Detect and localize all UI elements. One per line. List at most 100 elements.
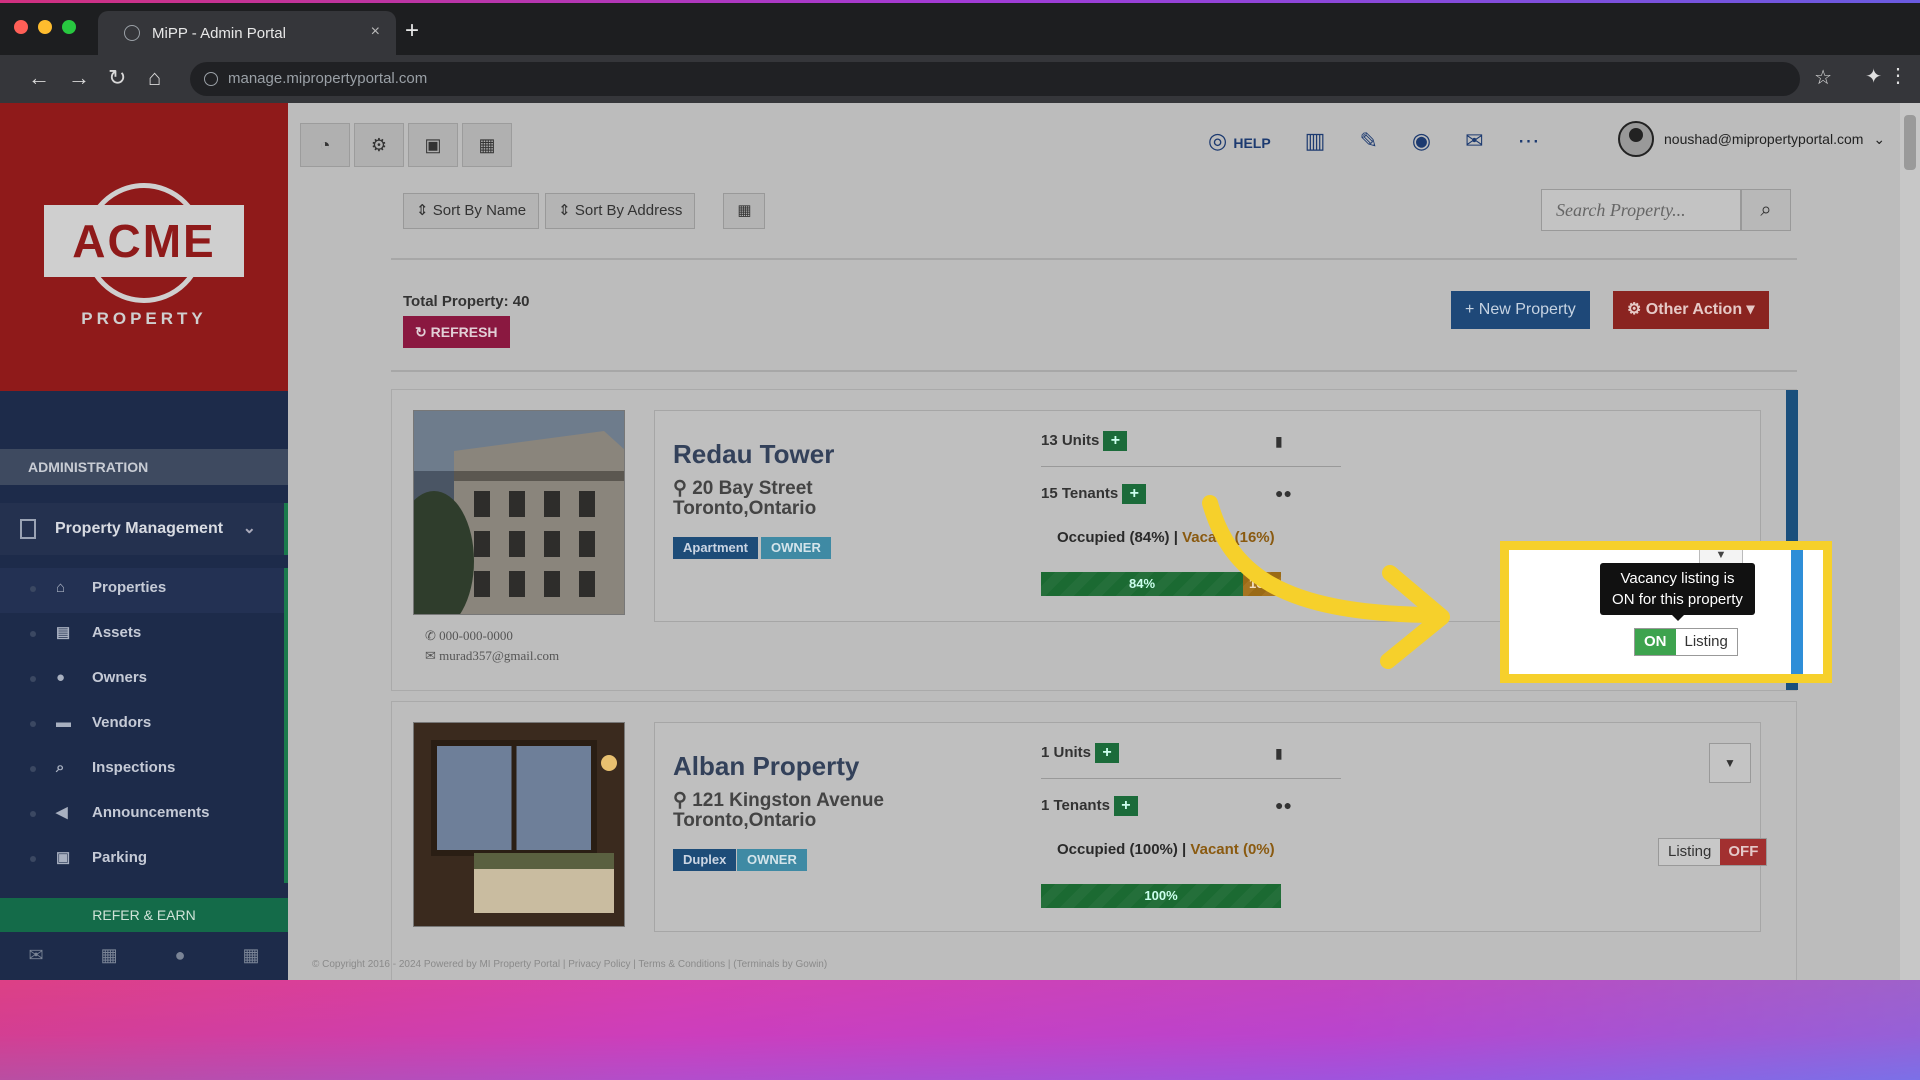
card-accent xyxy=(1791,550,1803,674)
sort-by-address-button[interactable]: ⇕ Sort By Address xyxy=(545,193,696,229)
sidebar-item-properties[interactable]: ⌂ Properties xyxy=(0,568,288,613)
user-menu[interactable]: noushad@mipropertyportal.com ⌄ xyxy=(1618,121,1885,157)
sidebar-item-vendors[interactable]: ▬ Vendors xyxy=(0,703,288,748)
chevron-down-icon[interactable]: ⌄ xyxy=(243,503,256,555)
user-email: noushad@mipropertyportal.com xyxy=(1664,131,1864,147)
browser-menu-icon[interactable]: ⋮ xyxy=(1888,63,1908,88)
sort-by-name-button[interactable]: ⇕ Sort By Name xyxy=(403,193,540,229)
property-card: Alban Property ⚲ 121 Kingston Avenue Toro… xyxy=(391,701,1797,980)
sidebar-item-label: Parking xyxy=(92,849,148,866)
back-arrow-icon[interactable]: ← xyxy=(28,65,50,91)
car-icon: ▣ xyxy=(56,849,71,866)
maximize-window-button[interactable] xyxy=(62,20,76,34)
close-tab-icon[interactable]: × xyxy=(371,23,380,41)
sort-icon: ⇕ xyxy=(558,202,571,219)
help-button[interactable]: ◎ HELP xyxy=(1208,128,1271,154)
contact-phone: ✆ 000-000-0000 xyxy=(425,628,513,644)
address-line1: 20 Bay Street xyxy=(692,478,813,499)
sidebar-item-inspections[interactable]: ⌕ Inspections xyxy=(0,748,288,793)
browser-window: MiPP - Admin Portal × + ← → ↻ ⌂ manage.m… xyxy=(0,3,1920,980)
bookmark-star-icon[interactable]: ☆ xyxy=(1814,65,1832,90)
tenants-label: 1 Tenants xyxy=(1041,797,1110,814)
refer-earn-button[interactable]: REFER & EARN xyxy=(0,898,288,932)
building-icon xyxy=(20,519,36,539)
users-icon: ●● xyxy=(1275,797,1292,813)
listing-toggle[interactable]: ON Listing xyxy=(1634,628,1738,656)
search-input[interactable]: Search Property... xyxy=(1541,189,1741,231)
listing-toggle[interactable]: Listing OFF xyxy=(1658,838,1768,866)
tenants-count: 1 Tenants + xyxy=(1041,796,1138,816)
dashboard-icon[interactable]: ◔ xyxy=(300,123,350,167)
url-text: manage.mipropertyportal.com xyxy=(228,70,428,87)
refresh-button[interactable]: ↻ REFRESH xyxy=(403,316,510,348)
reload-icon[interactable]: ↻ xyxy=(108,65,126,91)
new-property-button[interactable]: + New Property xyxy=(1451,291,1590,329)
calendar-icon[interactable]: ▣ xyxy=(408,123,458,167)
address-line1: 121 Kingston Avenue xyxy=(692,790,885,811)
url-field[interactable]: manage.mipropertyportal.com xyxy=(190,62,1800,96)
wrench-icon[interactable]: ✎ xyxy=(1359,128,1377,154)
add-tenant-button[interactable]: + xyxy=(1122,484,1147,504)
grid-view-icon[interactable]: ▦ xyxy=(723,193,766,229)
eye-icon[interactable]: ◉ xyxy=(1412,128,1431,154)
user-icon[interactable]: ● xyxy=(175,945,186,980)
envelope-icon: ✉ xyxy=(425,648,436,663)
caret-down-icon: ▾ xyxy=(1746,301,1755,318)
chevron-down-icon: ⌄ xyxy=(1873,130,1886,147)
gear-icon[interactable]: ⚙ xyxy=(354,123,404,167)
box-icon: ▤ xyxy=(56,624,71,641)
sidebar-item-parking[interactable]: ▣ Parking xyxy=(0,838,288,883)
new-property-label: New Property xyxy=(1478,301,1576,318)
extensions-puzzle-icon[interactable]: ✦ xyxy=(1865,64,1882,89)
property-dropdown-button[interactable]: ▼ xyxy=(1709,743,1751,783)
forward-arrow-icon[interactable]: → xyxy=(68,65,90,91)
add-unit-button[interactable]: + xyxy=(1103,431,1128,451)
close-window-button[interactable] xyxy=(14,20,28,34)
highlight-callout: ▼ Vacancy listing is ON for this propert… xyxy=(1500,541,1832,683)
divider xyxy=(391,370,1797,372)
other-action-button[interactable]: ⚙ Other Action ▾ xyxy=(1613,291,1769,329)
sidebar-item-label: Assets xyxy=(92,624,142,641)
logo-subtext: PROPERTY xyxy=(81,309,207,328)
more-icon[interactable]: ⋯ xyxy=(1518,128,1540,154)
bar-chart-icon[interactable]: ▥ xyxy=(1305,128,1326,154)
sort-name-label: Sort By Name xyxy=(432,202,527,219)
briefcase-icon[interactable]: ▦ xyxy=(101,945,118,980)
scrollbar-thumb[interactable] xyxy=(1904,115,1916,170)
home-icon[interactable]: ⌂ xyxy=(148,65,161,91)
envelope-icon[interactable]: ✉ xyxy=(1465,128,1483,154)
site-info-icon[interactable] xyxy=(204,72,218,86)
add-unit-button[interactable]: + xyxy=(1095,743,1120,763)
sidebar: ACME PROPERTY ADMINISTRATION Property Ma… xyxy=(0,103,288,980)
tab-strip: MiPP - Admin Portal × + xyxy=(0,3,1920,55)
property-management-group[interactable]: Property Management ⌄ xyxy=(0,503,288,555)
page-scrollbar[interactable] xyxy=(1900,103,1920,980)
tooltip-line2: ON for this property xyxy=(1612,591,1743,608)
calculator-icon[interactable]: ▦ xyxy=(242,945,259,980)
briefcase-icon: ▬ xyxy=(56,714,71,731)
calculator-icon[interactable]: ▦ xyxy=(462,123,512,167)
minimize-window-button[interactable] xyxy=(38,20,52,34)
new-tab-button[interactable]: + xyxy=(405,17,419,45)
sidebar-item-assets[interactable]: ▤ Assets xyxy=(0,613,288,658)
browser-tab[interactable]: MiPP - Admin Portal × xyxy=(98,11,396,55)
sidebar-item-owners[interactable]: ● Owners xyxy=(0,658,288,703)
section-header: ADMINISTRATION xyxy=(0,449,288,485)
sidebar-item-announcements[interactable]: ◀ Announcements xyxy=(0,793,288,838)
property-name[interactable]: Alban Property xyxy=(673,751,859,782)
refresh-label: REFRESH xyxy=(430,324,498,340)
listing-label: Listing xyxy=(1675,629,1737,655)
property-photo[interactable] xyxy=(413,410,625,615)
property-dropdown-button[interactable]: ▼ xyxy=(1699,550,1743,564)
property-photo[interactable] xyxy=(413,722,625,927)
sidebar-bottom-icons: ✉ ▦ ● ▦ xyxy=(0,945,288,980)
mail-icon[interactable]: ✉ xyxy=(29,945,44,980)
contact-email: ✉ murad357@gmail.com xyxy=(425,648,559,664)
owner-badge: OWNER xyxy=(761,537,831,559)
property-name[interactable]: Redau Tower xyxy=(673,439,834,470)
search-icon[interactable]: ⌕ xyxy=(1741,189,1791,231)
listing-off-state: OFF xyxy=(1720,839,1767,865)
divider xyxy=(391,258,1797,260)
logo-area: ACME PROPERTY xyxy=(0,103,288,391)
add-tenant-button[interactable]: + xyxy=(1113,796,1138,816)
